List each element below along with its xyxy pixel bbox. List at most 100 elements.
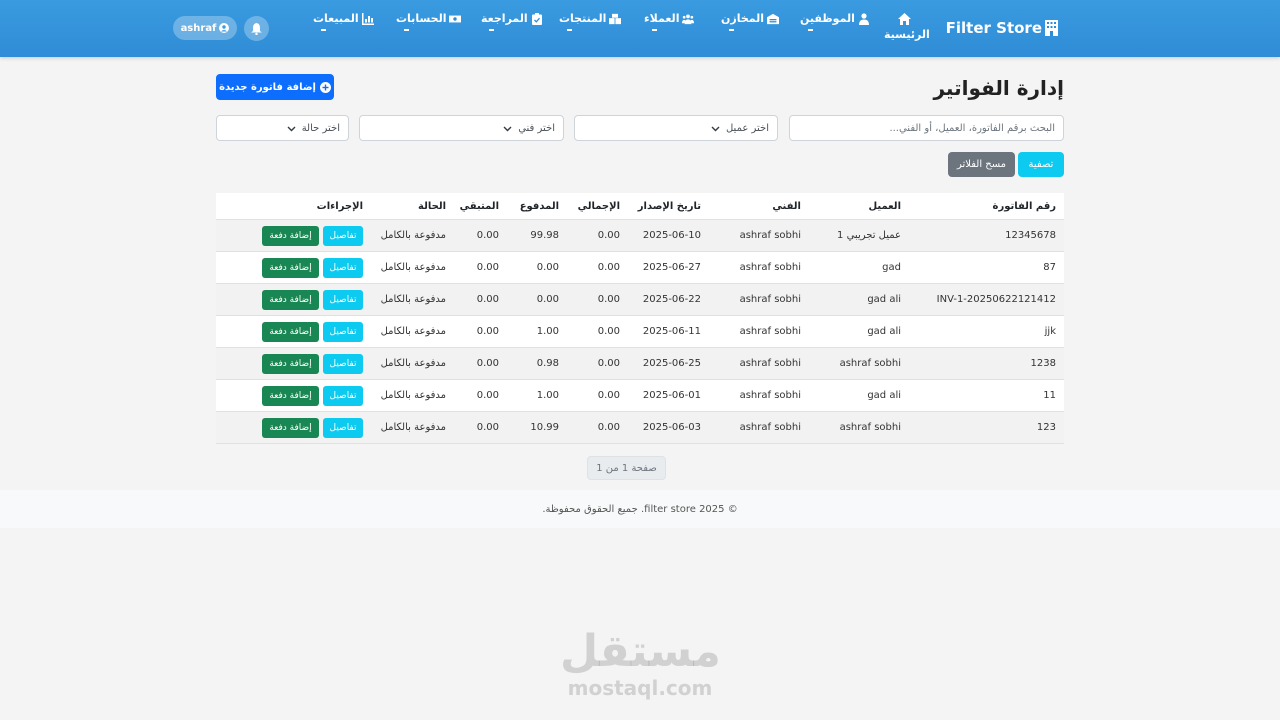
- brand-logo[interactable]: Filter Store: [946, 19, 1058, 37]
- table-header: رقم الفاتورة العميل الفني تاريخ الإصدار …: [216, 193, 1064, 220]
- add-invoice-button[interactable]: إضافة فاتورة جديدة: [216, 74, 334, 100]
- cell-invoice: 11: [1043, 390, 1056, 401]
- cell-paid: 1.00: [536, 326, 559, 337]
- cell-client: عميل تجريبي 1: [837, 230, 901, 241]
- nav-accounts[interactable]: الحسابات: [396, 12, 462, 31]
- tech-select-value: اختر فني: [518, 122, 555, 134]
- home-icon: [897, 13, 911, 25]
- cell-actions: تفاصيل إضافة دفعة: [216, 417, 365, 438]
- notifications-button[interactable]: [244, 16, 269, 41]
- header-remaining: المتبقي: [459, 200, 499, 212]
- cell-paid: 10.99: [530, 422, 559, 433]
- details-button[interactable]: تفاصيل: [323, 417, 363, 438]
- details-button[interactable]: تفاصيل: [323, 289, 363, 310]
- cell-invoice: jjk: [1044, 326, 1056, 337]
- table-row: 12345678 عميل تجريبي 1 ashraf sobhi 2025-06…: [216, 220, 1064, 252]
- bell-icon: [251, 22, 262, 35]
- search-input[interactable]: البحث برقم الفاتورة، العميل، أو الفني...: [789, 115, 1064, 141]
- nav-employees[interactable]: الموظفين: [800, 12, 870, 31]
- cell-actions: تفاصيل إضافة دفعة: [216, 257, 365, 278]
- footer: © 2025 filter store. جميع الحقوق محفوظة.: [0, 490, 1280, 528]
- cell-total: 0.00: [597, 294, 620, 305]
- nav-warehouses[interactable]: المخازن: [721, 12, 780, 31]
- cell-total: 0.00: [597, 390, 620, 401]
- cell-paid: 0.00: [536, 262, 559, 273]
- header-actions: الإجراءات: [316, 200, 363, 212]
- cell-invoice: 1238: [1030, 358, 1056, 369]
- add-payment-button[interactable]: إضافة دفعة: [262, 417, 319, 438]
- tech-select[interactable]: اختر فني: [359, 115, 564, 141]
- clear-filters-button[interactable]: مسح الفلاتر: [948, 152, 1015, 177]
- cell-actions: تفاصيل إضافة دفعة: [216, 289, 365, 310]
- add-payment-button[interactable]: إضافة دفعة: [262, 321, 319, 342]
- nav-home[interactable]: الرئيسية: [884, 13, 930, 41]
- nav-clients[interactable]: العملاء: [644, 12, 695, 31]
- filter-button[interactable]: تصفية: [1018, 152, 1064, 177]
- boxes-icon: [609, 13, 622, 24]
- cell-tech: ashraf sobhi: [739, 358, 801, 369]
- warehouse-icon: [767, 13, 780, 24]
- user-menu[interactable]: ashraf: [173, 16, 237, 40]
- add-payment-button[interactable]: إضافة دفعة: [262, 225, 319, 246]
- table-row: 1238 ashraf sobhi ashraf sobhi 2025-06-25 0.…: [216, 348, 1064, 380]
- details-button[interactable]: تفاصيل: [323, 257, 363, 278]
- cell-date: 2025-06-11: [642, 326, 701, 337]
- cell-status: مدفوعة بالكامل: [380, 422, 446, 433]
- cell-client: gad ali: [867, 390, 901, 401]
- top-navbar: Filter Store الرئيسية الموظفين المخازن ا…: [0, 0, 1280, 57]
- add-payment-button[interactable]: إضافة دفعة: [262, 257, 319, 278]
- users-icon: [682, 14, 695, 24]
- cell-date: 2025-06-25: [642, 358, 701, 369]
- cell-invoice: 123: [1036, 422, 1056, 433]
- client-select[interactable]: اختر عميل: [574, 115, 778, 141]
- user-circle-icon: [219, 23, 230, 33]
- header-invoice: رقم الفاتورة: [992, 200, 1056, 212]
- details-button[interactable]: تفاصيل: [323, 225, 363, 246]
- cell-client: gad: [882, 262, 901, 273]
- cell-actions: تفاصيل إضافة دفعة: [216, 385, 365, 406]
- status-select[interactable]: اختر حالة: [216, 115, 349, 141]
- cell-date: 2025-06-27: [642, 262, 701, 273]
- cell-remaining: 0.00: [476, 262, 499, 273]
- nav-review-label: المراجعة: [481, 12, 528, 25]
- cell-invoice: 12345678: [1005, 230, 1056, 241]
- add-payment-button[interactable]: إضافة دفعة: [262, 353, 319, 374]
- cell-tech: ashraf sobhi: [739, 294, 801, 305]
- invoices-table: رقم الفاتورة العميل الفني تاريخ الإصدار …: [216, 193, 1064, 444]
- header-tech: الفني: [772, 200, 801, 212]
- client-select-value: اختر عميل: [725, 122, 769, 134]
- add-payment-button[interactable]: إضافة دفعة: [262, 289, 319, 310]
- cell-tech: ashraf sobhi: [739, 230, 801, 241]
- cell-total: 0.00: [597, 230, 620, 241]
- cell-client: gad ali: [867, 294, 901, 305]
- header-date: تاريخ الإصدار: [637, 200, 701, 212]
- header-status: الحالة: [418, 200, 446, 212]
- chevron-down-icon: [287, 126, 296, 131]
- nav-products[interactable]: المنتجات: [559, 12, 622, 31]
- building-icon: [1045, 20, 1058, 36]
- chevron-down-icon: [503, 126, 512, 131]
- cell-paid: 0.00: [536, 294, 559, 305]
- add-invoice-label: إضافة فاتورة جديدة: [219, 81, 316, 93]
- cell-date: 2025-06-22: [642, 294, 701, 305]
- header-total: الإجمالي: [577, 200, 620, 212]
- cell-date: 2025-06-01: [642, 390, 701, 401]
- cell-remaining: 0.00: [476, 230, 499, 241]
- search-placeholder: البحث برقم الفاتورة، العميل، أو الفني...: [889, 122, 1055, 134]
- cell-paid: 99.98: [530, 230, 559, 241]
- details-button[interactable]: تفاصيل: [323, 385, 363, 406]
- user-name: ashraf: [180, 22, 217, 34]
- nav-home-label: الرئيسية: [884, 28, 930, 41]
- cell-client: ashraf sobhi: [839, 358, 901, 369]
- copyright-text: © 2025 filter store. جميع الحقوق محفوظة.: [542, 503, 738, 515]
- cell-date: 2025-06-10: [642, 230, 701, 241]
- cell-tech: ashraf sobhi: [739, 326, 801, 337]
- plus-circle-icon: [319, 81, 331, 93]
- details-button[interactable]: تفاصيل: [323, 353, 363, 374]
- nav-review[interactable]: المراجعة: [481, 12, 543, 31]
- add-payment-button[interactable]: إضافة دفعة: [262, 385, 319, 406]
- nav-sales[interactable]: المبيعات: [313, 12, 374, 31]
- cell-tech: ashraf sobhi: [739, 262, 801, 273]
- details-button[interactable]: تفاصيل: [323, 321, 363, 342]
- mostaql-watermark: مستقل mostaql.com: [560, 628, 721, 701]
